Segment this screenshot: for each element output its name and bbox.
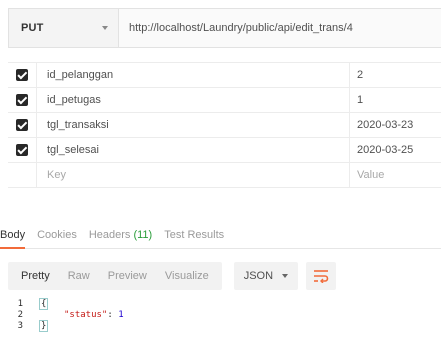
wrap-lines-icon bbox=[313, 270, 328, 283]
param-key[interactable]: id_pelanggan bbox=[36, 63, 350, 87]
line-number: 2 bbox=[17, 309, 23, 320]
json-close-brace: } bbox=[38, 319, 49, 332]
tab-headers[interactable]: Headers (11) bbox=[89, 225, 152, 249]
response-toolbar: Pretty Raw Preview Visualize JSON bbox=[8, 262, 336, 290]
tab-headers-label: Headers bbox=[88, 229, 131, 241]
row-checkbox-cell[interactable] bbox=[8, 88, 36, 112]
param-value[interactable]: 2020-03-25 bbox=[350, 144, 441, 156]
wrap-lines-button[interactable] bbox=[305, 262, 336, 290]
param-key[interactable]: tgl_transaksi bbox=[36, 113, 350, 137]
chevron-down-icon bbox=[281, 274, 288, 278]
url-input[interactable]: http://localhost/Laundry/public/api/edit… bbox=[119, 9, 441, 47]
view-pretty-button[interactable]: Pretty bbox=[12, 270, 59, 282]
tab-cookies[interactable]: Cookies bbox=[37, 225, 77, 249]
view-mode-group: Pretty Raw Preview Visualize bbox=[8, 262, 222, 290]
param-value[interactable]: 1 bbox=[350, 94, 441, 106]
headers-count-badge: (11) bbox=[133, 229, 153, 241]
code-line: 1 { bbox=[0, 297, 441, 310]
row-checkbox-cell[interactable] bbox=[8, 113, 36, 137]
table-row: id_petugas 1 bbox=[8, 88, 441, 113]
code-line: 3 } bbox=[0, 319, 441, 332]
param-key[interactable]: tgl_selesai bbox=[36, 138, 350, 162]
chevron-down-icon bbox=[102, 26, 108, 30]
row-checkbox-cell[interactable] bbox=[8, 138, 36, 162]
response-tabs: Body Cookies Headers (11) Test Results bbox=[0, 225, 441, 249]
checkbox-checked-icon[interactable] bbox=[16, 94, 28, 106]
view-raw-button[interactable]: Raw bbox=[59, 270, 99, 282]
response-body-code[interactable]: 1 { 2 "status": 1 3 } bbox=[0, 297, 441, 332]
checkbox-checked-icon[interactable] bbox=[16, 69, 28, 81]
value-input[interactable]: Value bbox=[350, 169, 441, 181]
table-row: tgl_selesai 2020-03-25 bbox=[8, 138, 441, 163]
format-select-label: JSON bbox=[243, 270, 274, 282]
view-preview-button[interactable]: Preview bbox=[99, 270, 156, 282]
key-input[interactable]: Key bbox=[36, 163, 350, 187]
tab-test-results[interactable]: Test Results bbox=[164, 225, 224, 249]
params-table: id_pelanggan 2 id_petugas 1 tgl_transaks… bbox=[8, 62, 441, 188]
method-select[interactable]: PUT bbox=[9, 9, 119, 47]
checkbox-checked-icon[interactable] bbox=[16, 119, 28, 131]
json-open-brace: { bbox=[38, 297, 49, 310]
row-checkbox-cell[interactable] bbox=[8, 63, 36, 87]
method-label: PUT bbox=[21, 22, 44, 34]
format-select[interactable]: JSON bbox=[233, 262, 298, 290]
json-key: "status" bbox=[64, 309, 108, 320]
code-line: 2 "status": 1 bbox=[0, 309, 441, 320]
line-number: 3 bbox=[17, 320, 23, 331]
param-value[interactable]: 2 bbox=[350, 69, 441, 81]
view-visualize-button[interactable]: Visualize bbox=[156, 270, 218, 282]
request-bar: PUT http://localhost/Laundry/public/api/… bbox=[8, 8, 441, 48]
table-row: tgl_transaksi 2020-03-23 bbox=[8, 113, 441, 138]
table-row: id_pelanggan 2 bbox=[8, 63, 441, 88]
tab-body[interactable]: Body bbox=[0, 225, 26, 249]
line-number: 1 bbox=[17, 298, 23, 309]
json-value: 1 bbox=[118, 309, 124, 320]
checkbox-checked-icon[interactable] bbox=[16, 144, 28, 156]
param-key[interactable]: id_petugas bbox=[36, 88, 350, 112]
table-row-new: Key Value bbox=[8, 163, 441, 188]
json-colon: : bbox=[107, 309, 113, 320]
row-checkbox-cell-empty bbox=[8, 163, 36, 187]
param-value[interactable]: 2020-03-23 bbox=[350, 119, 441, 131]
